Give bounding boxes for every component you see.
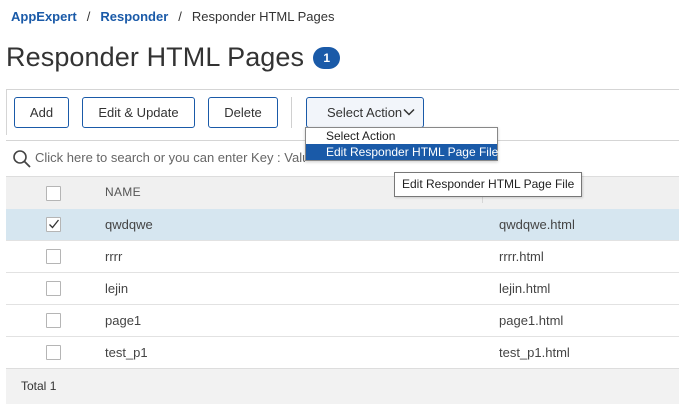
breadcrumb-responder[interactable]: Responder	[100, 9, 168, 24]
select-action-menu: Select Action Edit Responder HTML Page F…	[305, 127, 498, 161]
table-footer: Total 1	[6, 368, 679, 404]
total-value: 1	[49, 379, 57, 393]
cell-file: lejin.html	[499, 281, 551, 296]
breadcrumb-separator: /	[86, 9, 91, 24]
menu-item-edit-responder-html-page-file[interactable]: Edit Responder HTML Page File	[306, 144, 498, 160]
delete-button[interactable]: Delete	[208, 97, 278, 128]
row-checkbox[interactable]	[46, 249, 61, 264]
toolbar-divider	[291, 97, 292, 128]
breadcrumb-current: Responder HTML Pages	[191, 9, 335, 24]
cell-file: page1.html	[499, 313, 564, 328]
breadcrumb-appexpert[interactable]: AppExpert	[11, 9, 77, 24]
pages-table: NAME qwdqwe qwdqwe.html rrrr rrrr.html lejin…	[6, 176, 679, 369]
search-icon	[13, 150, 31, 168]
table-row[interactable]: qwdqwe qwdqwe.html	[6, 209, 679, 241]
column-header-name[interactable]: NAME	[105, 185, 141, 199]
row-checkbox[interactable]	[46, 313, 61, 328]
table-body: qwdqwe qwdqwe.html rrrr rrrr.html lejin lejin…	[6, 209, 679, 369]
page-title: Responder HTML Pages	[6, 42, 305, 72]
count-badge: 1	[313, 46, 341, 69]
select-action-label: Select Action	[327, 105, 403, 120]
cell-file: qwdqwe.html	[499, 217, 575, 232]
menu-item-select-action[interactable]: Select Action	[306, 128, 497, 144]
tooltip: Edit Responder HTML Page File	[394, 172, 583, 197]
cell-name: lejin	[105, 281, 129, 296]
page-header: Responder HTML Pages 1	[6, 42, 341, 73]
cell-name: qwdqwe	[105, 217, 153, 232]
chevron-down-icon	[403, 108, 415, 116]
table-row[interactable]: test_p1 test_p1.html	[6, 337, 679, 369]
cell-name: page1	[105, 313, 142, 328]
total-label: Total	[21, 379, 47, 393]
table-row[interactable]: rrrr rrrr.html	[6, 241, 679, 273]
cell-file: test_p1.html	[499, 345, 570, 360]
row-checkbox[interactable]	[46, 281, 61, 296]
breadcrumb: AppExpert / Responder / Responder HTML P…	[11, 9, 334, 24]
select-all-checkbox[interactable]	[46, 186, 61, 201]
total-count: Total 1	[21, 379, 56, 393]
cell-name: test_p1	[105, 345, 148, 360]
search-input[interactable]: Click here to search or you can enter Ke…	[35, 150, 305, 165]
row-checkbox[interactable]	[46, 345, 61, 360]
cell-file: rrrr.html	[499, 249, 544, 264]
breadcrumb-separator: /	[178, 9, 182, 24]
select-action-dropdown[interactable]: Select Action	[306, 97, 424, 128]
cell-name: rrrr	[105, 249, 123, 264]
row-checkbox[interactable]	[46, 217, 61, 232]
table-row[interactable]: lejin lejin.html	[6, 273, 679, 305]
checkmark-icon	[49, 219, 60, 229]
edit-update-button[interactable]: Edit & Update	[82, 97, 195, 128]
add-button[interactable]: Add	[14, 97, 69, 128]
table-row[interactable]: page1 page1.html	[6, 305, 679, 337]
